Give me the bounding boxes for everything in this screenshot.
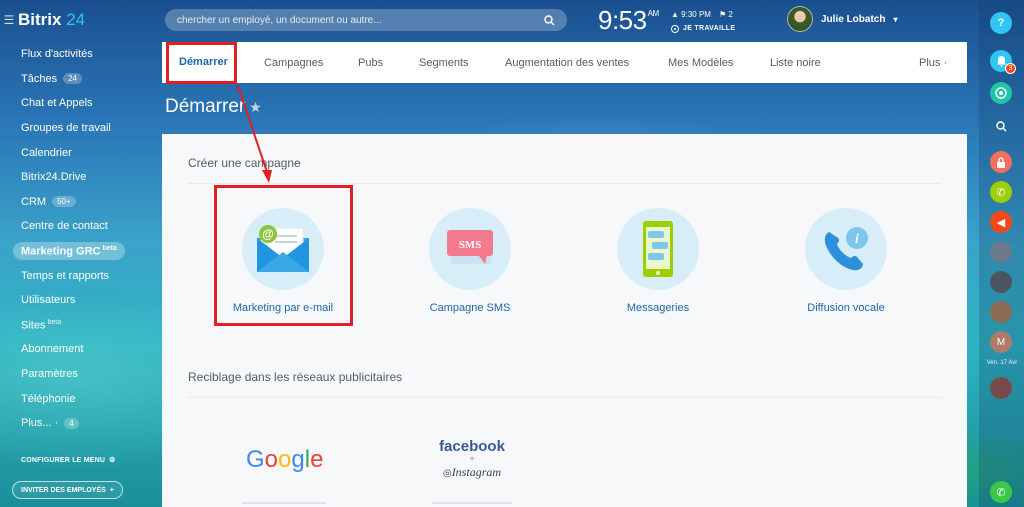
annotation-arrow — [237, 85, 272, 183]
